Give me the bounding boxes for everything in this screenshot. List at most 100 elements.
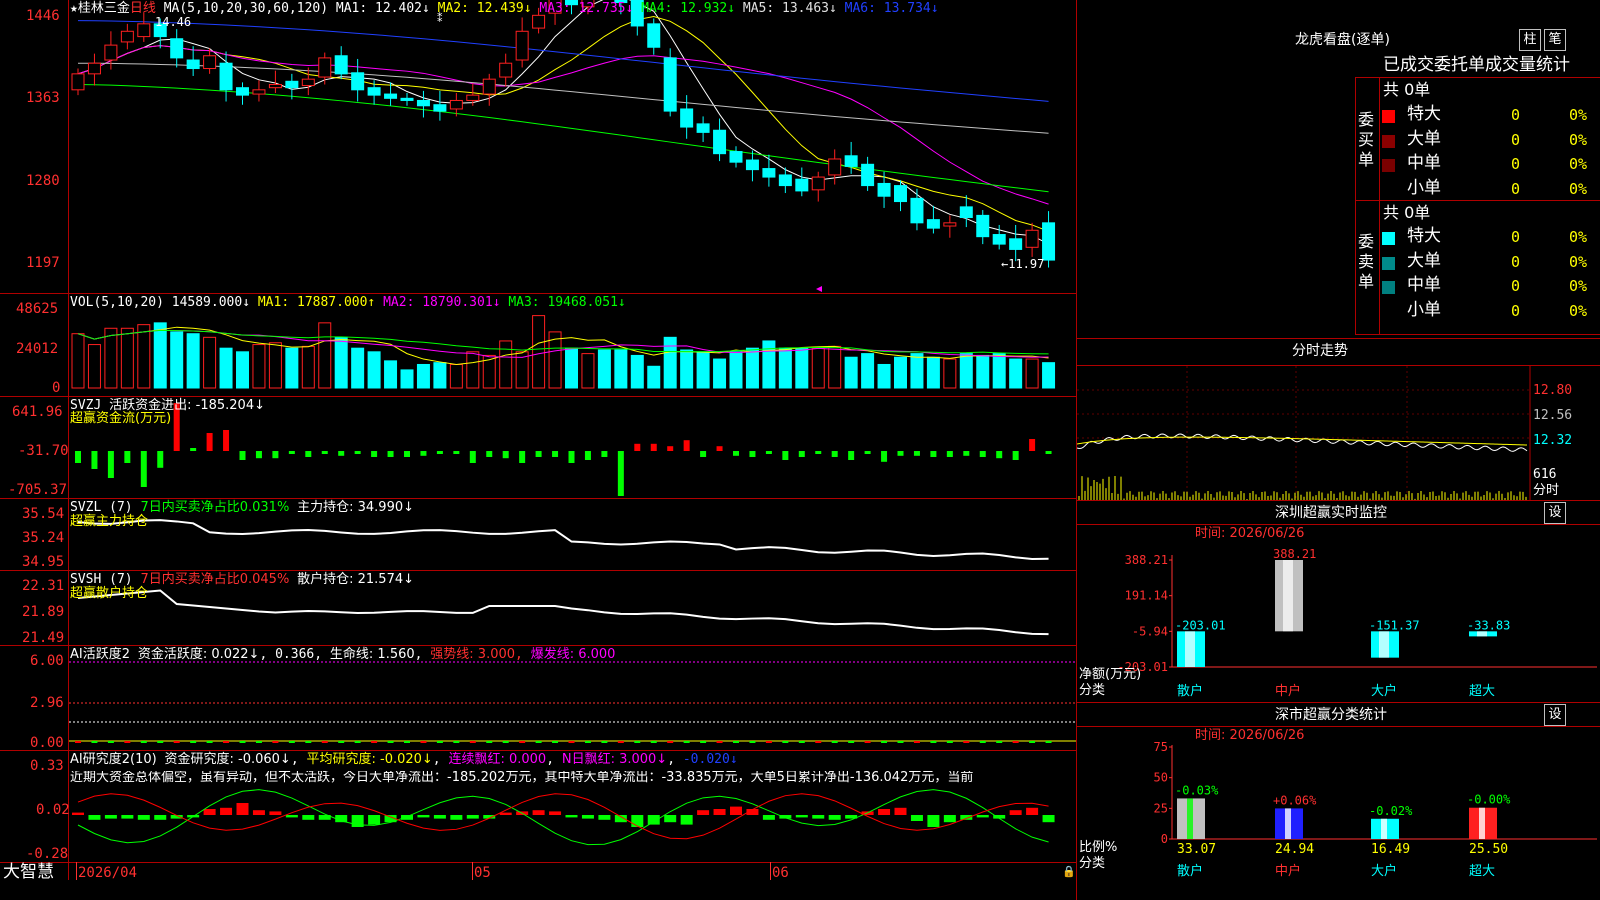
- intraday-top-border: [1077, 338, 1600, 339]
- stats-bar-shine: [1285, 808, 1291, 839]
- stock-name[interactable]: 桂林三金: [78, 1, 130, 16]
- x-tick-mark-1: [76, 862, 77, 880]
- candle-body: [696, 123, 710, 133]
- buy-row-count: 0: [1511, 179, 1521, 198]
- svzj-bar: [469, 451, 476, 463]
- tick-mode-button[interactable]: 笔: [1544, 29, 1566, 51]
- volume-bar: [581, 353, 595, 389]
- svsh-label: SVSH (7): [70, 572, 133, 587]
- ai1-bar: [765, 741, 772, 743]
- svzj-bar: [881, 451, 888, 462]
- period-label[interactable]: 日线: [130, 1, 156, 16]
- main-header: ★桂林三金日线 MA(5,10,20,30,60,120) MA1: 12.40…: [70, 2, 939, 15]
- candle-body: [384, 93, 398, 99]
- svzj-bar: [650, 443, 657, 451]
- ai2-bar: [812, 815, 825, 819]
- buy-2-color-swatch: [1382, 134, 1395, 148]
- ma3-value: MA3: 12.735↓: [539, 1, 634, 16]
- stats-bar-value: 24.94: [1275, 842, 1314, 857]
- svzj-bar: [354, 451, 361, 454]
- ai2-header: AI研究度2(10) 资金研究度: -0.060↓, 平均研究度: -0.020…: [70, 752, 738, 767]
- volume-bar: [285, 347, 299, 389]
- ai2-bar: [960, 815, 973, 820]
- ai2-bar: [269, 811, 282, 815]
- svzj-bar: [502, 451, 509, 459]
- candle-body: [828, 158, 842, 176]
- ai1-bar: [996, 741, 1003, 743]
- candle-body: [926, 219, 940, 229]
- volume-bar: [499, 340, 513, 389]
- volume-bar: [729, 351, 743, 389]
- monitor-ytick: 191.14: [1125, 589, 1168, 603]
- volume-bar: [268, 342, 282, 389]
- ai2-e: -0.020↓: [682, 752, 738, 767]
- monitor-settings-button[interactable]: 设: [1544, 502, 1566, 524]
- volume-bar: [1042, 362, 1056, 389]
- svzj-bar: [601, 451, 608, 457]
- ai2-bar: [154, 815, 167, 820]
- chart-area[interactable]: 1446 1363 1280 1197 48625 24012 0 641.96…: [0, 0, 1077, 900]
- dragon-table-col: [1379, 77, 1380, 335]
- volume-bar: [959, 353, 973, 389]
- monitor-category: 大户: [1371, 683, 1397, 699]
- svzj-bar: [157, 451, 164, 468]
- ai2-label: AI研究度2(10): [70, 752, 157, 767]
- ai1-bar: [584, 741, 591, 743]
- ai1-bar: [683, 741, 690, 743]
- svzj-bar: [584, 451, 591, 460]
- stats-chart: 75 50 25 0 -0.03% 33.07 散户 +0.06% 24.94 中户 -0.02% 1…: [1154, 740, 1597, 879]
- svsh-header: SVSH (7) 7日内买卖净占比0.045% 散户持仓: 21.574↓: [70, 573, 414, 586]
- favorite-star-icon[interactable]: ★: [70, 1, 78, 16]
- monitor-ylabel: 净额(万元): [1079, 667, 1142, 682]
- ai2-bar: [927, 815, 940, 827]
- intraday-y1: 12.80: [1533, 383, 1573, 398]
- candle-body: [236, 87, 249, 96]
- svzj-bar: [223, 430, 230, 451]
- buy-1-color-swatch: [1382, 110, 1395, 123]
- stats-bar-change: +0.06%: [1273, 793, 1317, 807]
- volume-bar: [762, 340, 776, 389]
- stats-category: 中户: [1275, 863, 1301, 879]
- brand-label[interactable]: 大智慧: [3, 864, 54, 881]
- ai1-bar: [733, 741, 739, 743]
- sell-3-color-swatch: [1382, 281, 1395, 294]
- ai1-bar: [371, 741, 378, 743]
- stats-bar-shine: [1187, 798, 1193, 839]
- ai2-bar: [581, 815, 594, 819]
- buy-row-count: 0: [1511, 106, 1521, 124]
- ai1-bar: [864, 741, 871, 743]
- ai1-bar: [486, 741, 493, 743]
- candle-body: [910, 197, 924, 224]
- buy-3-color-swatch: [1382, 159, 1395, 172]
- ai1-bar: [946, 741, 953, 743]
- volume-bar: [104, 327, 118, 389]
- svzj-bar: [124, 451, 131, 463]
- svzl-hold: 主力持仓: 34.990↓: [297, 500, 415, 515]
- candle-body: [433, 104, 447, 112]
- ai1-header: AI活跃度2 资金活跃度: 0.022↓, 0.366, 生命线: 1.560,…: [70, 647, 616, 662]
- volume-bar: [203, 336, 217, 389]
- candle-body: [334, 55, 348, 75]
- svzj-bar: [305, 451, 312, 457]
- svzj-bar: [552, 451, 559, 457]
- candle-body: [1042, 222, 1056, 261]
- kline-chart-svg[interactable]: ⁑: [0, 0, 1076, 880]
- volume-bar: [811, 347, 825, 389]
- stats-ytick: 25: [1154, 801, 1168, 815]
- svzj-bar: [782, 451, 789, 460]
- ai1-bar: [798, 741, 805, 743]
- bar-mode-button[interactable]: 柱: [1519, 29, 1541, 51]
- volume-bar: [844, 356, 858, 389]
- intraday-chart[interactable]: [1077, 366, 1600, 500]
- stats-settings-button[interactable]: 设: [1544, 704, 1566, 726]
- stats-ytick: 0: [1161, 832, 1168, 846]
- ai1-bar: [272, 741, 279, 743]
- svzj-bar: [486, 451, 493, 457]
- svzj-bar: [140, 451, 147, 487]
- ai2-bar: [730, 806, 742, 815]
- volume-bar: [301, 345, 315, 389]
- lock-icon[interactable]: 🔒: [1062, 866, 1076, 877]
- volume-bar: [663, 336, 677, 389]
- stats-bar-change: -0.00%: [1467, 793, 1511, 807]
- sell-row-label: 特大: [1407, 226, 1441, 246]
